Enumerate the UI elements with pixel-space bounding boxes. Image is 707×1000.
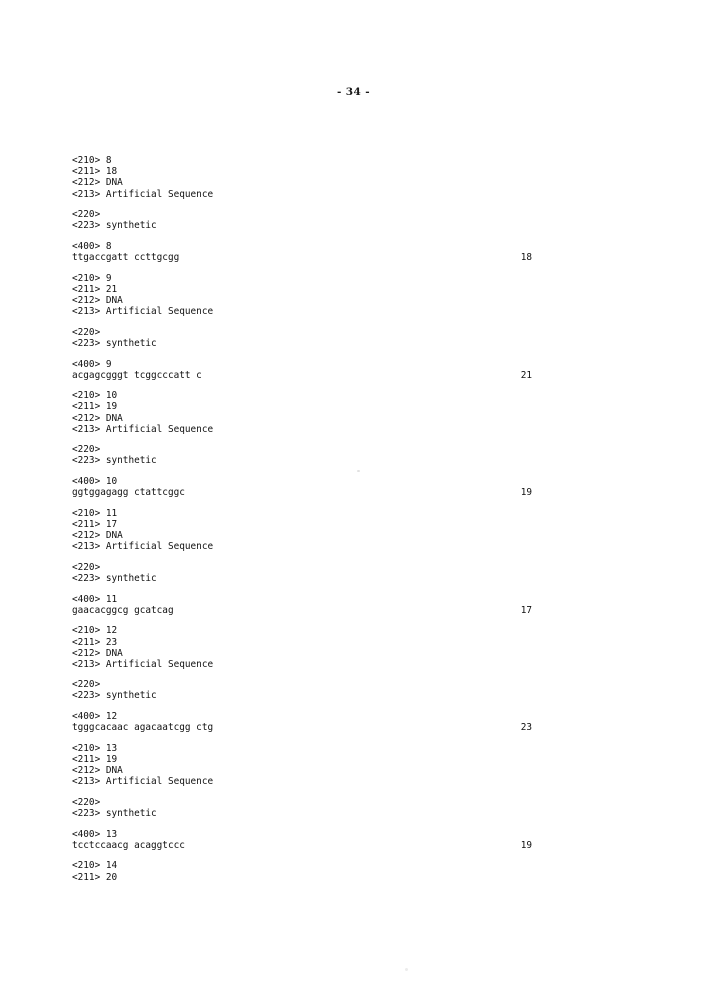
numeric-identifier-line: <210> 13 <box>72 742 118 754</box>
nucleotide-sequence-line: tcctccaacg acaggtccc 19 <box>72 840 542 851</box>
nucleotide-residues: acgagcgggt tcggcccatt c <box>72 369 202 381</box>
sequence-residue-group: <400> 12 tgggcacaac agacaatcgg ctg 23 <box>72 711 542 733</box>
numeric-identifier-line: <213> Artificial Sequence <box>72 306 214 318</box>
sequence-residue-group: <400> 9 acgagcgggt tcggcccatt c 21 <box>72 359 542 381</box>
numeric-identifier-line: <220> <box>72 209 101 221</box>
sequence-tag-line: <400> 11 <box>72 593 118 605</box>
numeric-identifier-line: <211> 19 <box>72 401 118 413</box>
sequence-feature-group: <220> <223> synthetic <box>72 444 542 466</box>
numeric-identifier-line: <210> 10 <box>72 390 118 402</box>
residue-count: 23 <box>520 722 532 734</box>
sequence-tag-line: <400> 8 <box>72 241 112 253</box>
numeric-identifier-line: <213> Artificial Sequence <box>72 541 214 553</box>
sequence-residue-group: <400> 10 ggtggagagg ctattcggc 19 <box>72 476 542 498</box>
numeric-identifier-line: <223> synthetic <box>72 808 157 819</box>
numeric-identifier-line: <212> DNA <box>72 177 123 189</box>
numeric-identifier-line: <220> <box>72 679 101 691</box>
sequence-tag-line: <400> 12 <box>72 711 118 723</box>
numeric-identifier-line: <210> 12 <box>72 625 118 637</box>
sequence-feature-group: <220> <223> synthetic <box>72 679 542 701</box>
sequence-feature-group: <220> <223> synthetic <box>72 797 542 819</box>
sequence-block: <210> 9 <211> 21 <212> DNA <213> Artificial… <box>72 273 542 381</box>
sequence-feature-group: <220> <223> synthetic <box>72 562 542 584</box>
nucleotide-residues: ggtggagagg ctattcggc <box>72 487 185 499</box>
nucleotide-sequence-line: acgagcgggt tcggcccatt c 21 <box>72 370 542 381</box>
numeric-identifier-line: <220> <box>72 444 101 456</box>
numeric-identifier-line: <212> DNA <box>72 765 123 777</box>
numeric-identifier-line: <211> 18 <box>72 166 118 178</box>
nucleotide-residues: gaacacggcg gcatcag <box>72 604 174 616</box>
sequence-block: <210> 13 <211> 19 <212> DNA <213> Artificia… <box>72 743 542 851</box>
sequence-tag-line: <400> 13 <box>72 828 118 840</box>
sequence-tag-line: <400> 10 <box>72 476 118 488</box>
sequence-block: <210> 14 <211> 20 <box>72 860 542 882</box>
residue-count: 21 <box>520 369 532 381</box>
numeric-identifier-line: <220> <box>72 326 101 338</box>
numeric-identifier-line: <210> 8 <box>72 155 112 167</box>
residue-count: 18 <box>520 252 532 264</box>
scan-artifact-speck <box>405 968 408 971</box>
numeric-identifier-line: <211> 19 <box>72 754 118 766</box>
numeric-identifier-line: <211> 20 <box>72 871 118 883</box>
numeric-identifier-line: <210> 11 <box>72 507 118 519</box>
document-page: - 34 - <210> 8 <211> 18 <212> DNA <213> Art… <box>0 0 707 1000</box>
numeric-identifier-line: <211> 21 <box>72 283 118 295</box>
nucleotide-sequence-line: gaacacggcg gcatcag 17 <box>72 605 542 616</box>
numeric-identifier-line: <213> Artificial Sequence <box>72 188 214 200</box>
numeric-identifier-line: <220> <box>72 796 101 808</box>
numeric-identifier-line: <210> 9 <box>72 272 112 284</box>
numeric-identifier-line: <223> synthetic <box>72 572 157 584</box>
nucleotide-residues: tgggcacaac agacaatcgg ctg <box>72 722 214 734</box>
sequence-block: <210> 10 <211> 19 <212> DNA <213> Artificia… <box>72 390 542 498</box>
nucleotide-residues: tcctccaacg acaggtccc <box>72 839 185 851</box>
numeric-identifier-line: <212> DNA <box>72 530 123 542</box>
sequence-residue-group: <400> 11 gaacacggcg gcatcag 17 <box>72 594 542 616</box>
numeric-identifier-line: <212> DNA <box>72 412 123 424</box>
nucleotide-sequence-line: ggtggagagg ctattcggc 19 <box>72 487 542 498</box>
numeric-identifier-line: <210> 14 <box>72 860 118 872</box>
numeric-identifier-line: <211> 17 <box>72 518 118 530</box>
sequence-identification-group: <210> 11 <211> 17 <212> DNA <213> Artificia… <box>72 508 542 552</box>
sequence-tag-line: <400> 9 <box>72 358 112 370</box>
sequence-identification-group: <210> 12 <211> 23 <212> DNA <213> Artificia… <box>72 625 542 669</box>
sequence-residue-group: <400> 8 ttgaccgatt ccttgcgg 18 <box>72 241 542 263</box>
numeric-identifier-line: <213> Artificial Sequence <box>72 658 214 670</box>
numeric-identifier-line: <223> synthetic <box>72 337 157 349</box>
nucleotide-sequence-line: tgggcacaac agacaatcgg ctg 23 <box>72 722 542 733</box>
numeric-identifier-line: <223> synthetic <box>72 455 157 467</box>
numeric-identifier-line: <223> synthetic <box>72 220 157 232</box>
sequence-feature-group: <220> <223> synthetic <box>72 209 542 231</box>
numeric-identifier-line: <213> Artificial Sequence <box>72 776 214 788</box>
sequence-block: <210> 11 <211> 17 <212> DNA <213> Artificia… <box>72 508 542 616</box>
numeric-identifier-line: <211> 23 <box>72 636 118 648</box>
numeric-identifier-line: <220> <box>72 561 101 573</box>
sequence-identification-group: <210> 9 <211> 21 <212> DNA <213> Artificial… <box>72 273 542 317</box>
nucleotide-sequence-line: ttgaccgatt ccttgcgg 18 <box>72 252 542 263</box>
residue-count: 17 <box>520 604 532 616</box>
sequence-block: <210> 8 <211> 18 <212> DNA <213> Artificial… <box>72 155 542 263</box>
sequence-identification-group: <210> 8 <211> 18 <212> DNA <213> Artificial… <box>72 155 542 199</box>
sequence-residue-group: <400> 13 tcctccaacg acaggtccc 19 <box>72 829 542 851</box>
sequence-identification-group: <210> 14 <211> 20 <box>72 860 542 882</box>
page-number: - 34 - <box>336 86 371 98</box>
numeric-identifier-line: <212> DNA <box>72 295 123 306</box>
sequence-identification-group: <210> 10 <211> 19 <212> DNA <213> Artificia… <box>72 390 542 434</box>
sequence-listing-body: <210> 8 <211> 18 <212> DNA <213> Artificial… <box>72 122 542 892</box>
sequence-block: <210> 12 <211> 23 <212> DNA <213> Artificia… <box>72 625 542 733</box>
scan-artifact-speck <box>357 470 360 472</box>
nucleotide-residues: ttgaccgatt ccttgcgg <box>72 252 180 264</box>
numeric-identifier-line: <212> DNA <box>72 647 123 659</box>
numeric-identifier-line: <223> synthetic <box>72 690 157 702</box>
residue-count: 19 <box>520 839 532 851</box>
sequence-identification-group: <210> 13 <211> 19 <212> DNA <213> Artificia… <box>72 743 542 787</box>
numeric-identifier-line: <213> Artificial Sequence <box>72 423 214 435</box>
residue-count: 19 <box>520 487 532 499</box>
sequence-feature-group: <220> <223> synthetic <box>72 327 542 349</box>
